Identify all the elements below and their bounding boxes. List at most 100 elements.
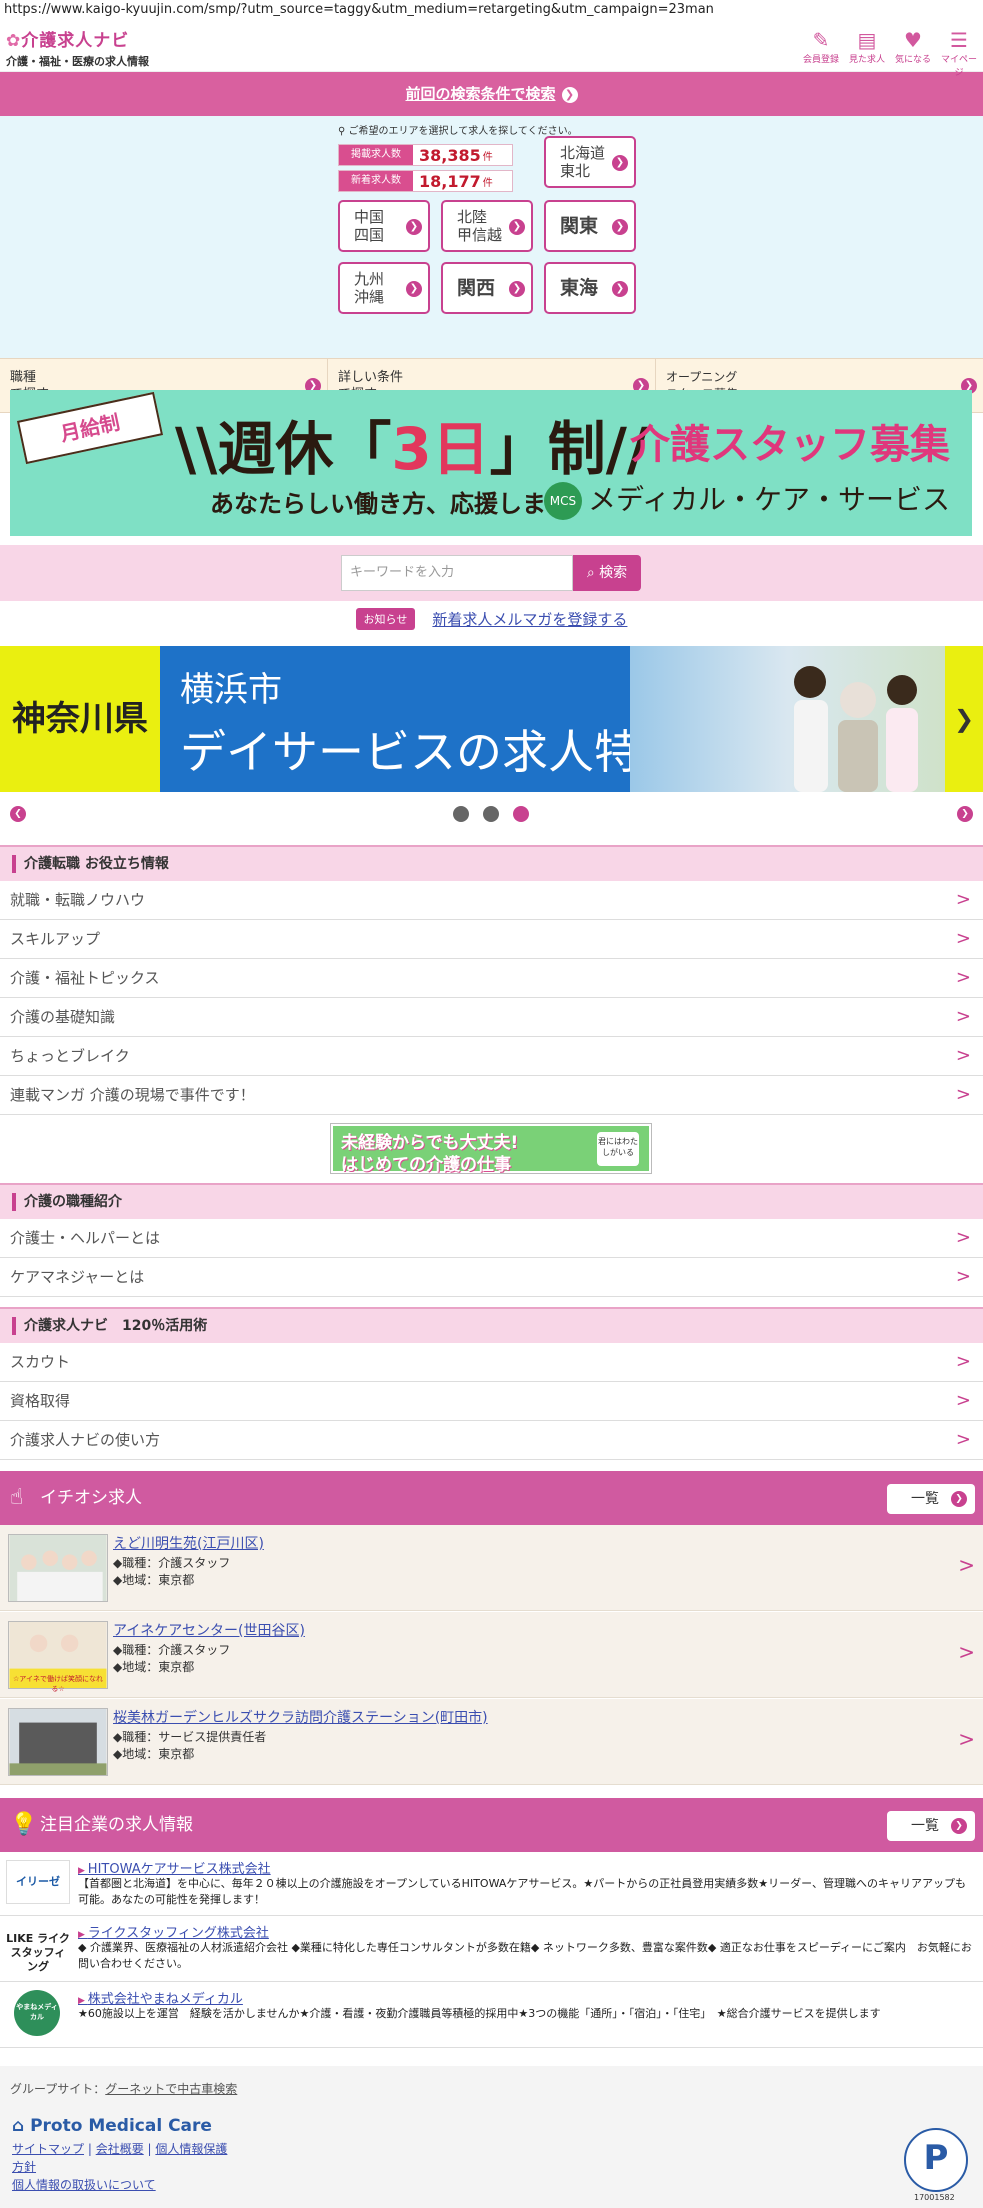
list-item[interactable]: 連載マンガ 介護の現場で事件です！ > bbox=[0, 1076, 983, 1115]
list-item[interactable]: ちょっとブレイク > bbox=[0, 1037, 983, 1076]
job-title-link[interactable]: えど川明生苑(江戸川区) bbox=[113, 1533, 264, 1553]
region-hokuriku-koshinetsu[interactable]: 北陸 甲信越 ❯ bbox=[441, 200, 533, 252]
clipboard-icon: ▤ bbox=[857, 28, 877, 52]
job-thumbnail-caption: ☆アイネで働けば笑顔になれる☆ bbox=[13, 1675, 103, 1693]
list-item[interactable]: 介護求人ナビの使い方 > bbox=[0, 1421, 983, 1460]
banner-recruit: 介護スタッフ募集 bbox=[630, 422, 950, 468]
logo-flower-icon: ✿ bbox=[6, 31, 22, 51]
companies-list-button[interactable]: 一覧 ❯ bbox=[887, 1811, 975, 1841]
notice-tag: お知らせ bbox=[355, 608, 416, 630]
list-item[interactable]: 資格取得 > bbox=[0, 1382, 983, 1421]
company-name-link[interactable]: ライクスタッフィング株式会社 bbox=[78, 1922, 269, 1941]
region-hokkaido-tohoku[interactable]: 北海道 東北 ❯ bbox=[544, 136, 636, 188]
personal-info-link[interactable]: 個人情報の取扱いについて bbox=[12, 2178, 156, 2192]
site-logo[interactable]: ✿介護求人ナビ 介護・福祉・医療の求人情報 bbox=[6, 26, 149, 69]
arrow-right-icon: ❯ bbox=[951, 1818, 967, 1834]
region-chugoku-shikoku[interactable]: 中国 四国 ❯ bbox=[338, 200, 430, 252]
arrow-right-icon: ❯ bbox=[561, 87, 578, 103]
carousel-dot-active[interactable] bbox=[513, 806, 529, 822]
region-kanto[interactable]: 関東 ❯ bbox=[544, 200, 636, 252]
mypage-button[interactable]: ☰ マイページ bbox=[939, 28, 979, 78]
arrow-right-icon: ❯ bbox=[406, 219, 422, 235]
feature-title: デイサービスの求人特集 bbox=[180, 725, 686, 779]
banner-ribbon: 月給制 bbox=[16, 391, 164, 465]
mcs-logo-icon: MCS bbox=[543, 482, 582, 520]
region-kansai[interactable]: 関西 ❯ bbox=[441, 262, 533, 314]
carousel-next-arrow-icon[interactable]: ❯ bbox=[957, 806, 973, 822]
job-card[interactable]: ☆アイネで働けば笑顔になれる☆ アイネケアセンター(世田谷区) ◆職種：介護スタ… bbox=[0, 1612, 983, 1698]
chevron-right-icon: > bbox=[955, 1390, 971, 1411]
arrow-right-icon: ❯ bbox=[509, 219, 525, 235]
company-name-link[interactable]: 株式会社やまねメディカル bbox=[78, 1988, 243, 2007]
company-name-link[interactable]: HITOWAケアサービス株式会社 bbox=[78, 1858, 271, 1877]
carousel-next-button[interactable]: ❯ bbox=[945, 646, 983, 792]
arrow-right-icon: ❯ bbox=[612, 281, 628, 297]
section-title-howto: 介護求人ナビ 120％活用術 bbox=[0, 1307, 983, 1343]
caregivers-illustration bbox=[794, 666, 918, 792]
feature-city: 横浜市 bbox=[180, 670, 282, 710]
job-title-link[interactable]: 桜美林ガーデンヒルズサクラ訪問介護ステーション(町田市) bbox=[113, 1707, 488, 1727]
browser-url[interactable]: https://www.kaigo-kyuujin.com/smp/?utm_s… bbox=[0, 0, 983, 20]
chevron-right-icon: > bbox=[958, 1640, 975, 1664]
notice-bar: お知らせ 新着求人メルマガを登録する bbox=[0, 608, 983, 642]
list-item[interactable]: ケアマネジャーとは > bbox=[0, 1258, 983, 1297]
keyword-input[interactable]: キーワードを入力 bbox=[341, 555, 573, 591]
chevron-right-icon: > bbox=[955, 1429, 971, 1450]
beginner-badge: 君にはわたしがいる bbox=[597, 1132, 639, 1166]
keyword-search-button[interactable]: ⌕ 検索 bbox=[573, 555, 641, 591]
arrow-right-icon: ❯ bbox=[406, 281, 422, 297]
register-button[interactable]: ✎ 会員登録 bbox=[801, 28, 841, 78]
privacy-mark-logo: P bbox=[904, 2128, 968, 2192]
job-card[interactable]: えど川明生苑(江戸川区) ◆職種：介護スタッフ ◆地域：東京都 > bbox=[0, 1525, 983, 1611]
list-item[interactable]: スカウト > bbox=[0, 1343, 983, 1382]
carousel-dot[interactable] bbox=[483, 806, 499, 822]
job-title-link[interactable]: アイネケアセンター(世田谷区) bbox=[113, 1620, 305, 1640]
keyword-search-bar: キーワードを入力 ⌕ 検索 bbox=[0, 545, 983, 601]
list-item[interactable]: 介護・福祉トピックス > bbox=[0, 959, 983, 998]
privacy-link-cont[interactable]: 方針 bbox=[12, 2160, 36, 2174]
list-item[interactable]: 就職・転職ノウハウ > bbox=[0, 881, 983, 920]
privacy-mark-number: 17001582 bbox=[914, 2193, 955, 2202]
privacy-link[interactable]: 個人情報保護 bbox=[155, 2142, 227, 2156]
company-card[interactable]: LIKE ライク スタッフィング ライクスタッフィング株式会社 ◆ 介護業界、医… bbox=[0, 1916, 983, 1982]
favorites-button[interactable]: ♥ 気になる bbox=[893, 28, 933, 78]
chevron-right-icon: > bbox=[955, 967, 971, 988]
list-item[interactable]: スキルアップ > bbox=[0, 920, 983, 959]
beginner-banner[interactable]: 未経験からでも大丈夫! はじめての介護の仕事 君にはわたしがいる bbox=[330, 1123, 652, 1175]
chevron-right-icon: > bbox=[955, 1266, 971, 1287]
pencil-icon: ✎ bbox=[812, 28, 830, 52]
chevron-right-icon: > bbox=[955, 1084, 971, 1105]
group-sites: グループサイト：グーネットで中古車検索 bbox=[10, 2082, 238, 2096]
section-title-jobtypes: 介護の職種紹介 bbox=[0, 1183, 983, 1219]
list-item[interactable]: 介護の基礎知識 > bbox=[0, 998, 983, 1037]
mypage-icon: ☰ bbox=[950, 28, 968, 52]
chevron-right-icon: > bbox=[955, 889, 971, 910]
heart-icon: ♥ bbox=[904, 28, 922, 52]
company-info-link[interactable]: 会社概要 bbox=[96, 2142, 144, 2156]
company-card[interactable]: イリーゼ HITOWAケアサービス株式会社 【首都圏と北海道】を中心に、毎年２０… bbox=[0, 1852, 983, 1916]
banner-subtitle: あなたらしい働き方、応援します! bbox=[210, 490, 581, 518]
region-kyushu-okinawa[interactable]: 九州 沖縄 ❯ bbox=[338, 262, 430, 314]
footer-brand: ⌂ Proto Medical Care bbox=[12, 2116, 212, 2136]
group-site-link[interactable]: グーネットで中古車検索 bbox=[105, 2082, 237, 2096]
previous-search-button[interactable]: 前回の検索条件で検索 ❯ bbox=[0, 72, 983, 116]
area-note: ⚲ ご希望のエリアを選択して求人を探してください。 bbox=[338, 126, 578, 137]
job-card[interactable]: 桜美林ガーデンヒルズサクラ訪問介護ステーション(町田市) ◆職種：サービス提供責… bbox=[0, 1699, 983, 1785]
brand-icon: ⌂ bbox=[12, 2116, 31, 2136]
recommended-list-button[interactable]: 一覧 ❯ bbox=[887, 1484, 975, 1514]
company-card[interactable]: やまねメディカル 株式会社やまねメディカル ★60施設以上を運営 経験を活かしま… bbox=[0, 1982, 983, 2048]
sitemap-link[interactable]: サイトマップ bbox=[12, 2142, 84, 2156]
list-item[interactable]: 介護士・ヘルパーとは > bbox=[0, 1219, 983, 1258]
carousel-dot[interactable] bbox=[453, 806, 469, 822]
header-icons: ✎ 会員登録 ▤ 見た求人 ♥ 気になる ☰ マイページ bbox=[801, 28, 979, 78]
feature-carousel-slide[interactable]: 神奈川県 横浜市 デイサービスの求人特集 ❯ bbox=[0, 646, 983, 792]
newsletter-link[interactable]: 新着求人メルマガを登録する bbox=[432, 611, 627, 629]
chevron-right-icon: > bbox=[958, 1553, 975, 1577]
recruit-banner[interactable]: 月給制 \\週休「3日」制// あなたらしい働き方、応援します! 介護スタッフ募… bbox=[10, 390, 972, 536]
arrow-right-icon: ❯ bbox=[612, 155, 628, 171]
viewed-jobs-button[interactable]: ▤ 見た求人 bbox=[847, 28, 887, 78]
company-logo: LIKE ライク スタッフィング bbox=[6, 1932, 70, 1973]
company-logo: イリーゼ bbox=[6, 1860, 70, 1904]
region-tokai[interactable]: 東海 ❯ bbox=[544, 262, 636, 314]
carousel-prev-arrow-icon[interactable]: ❮ bbox=[10, 806, 26, 822]
